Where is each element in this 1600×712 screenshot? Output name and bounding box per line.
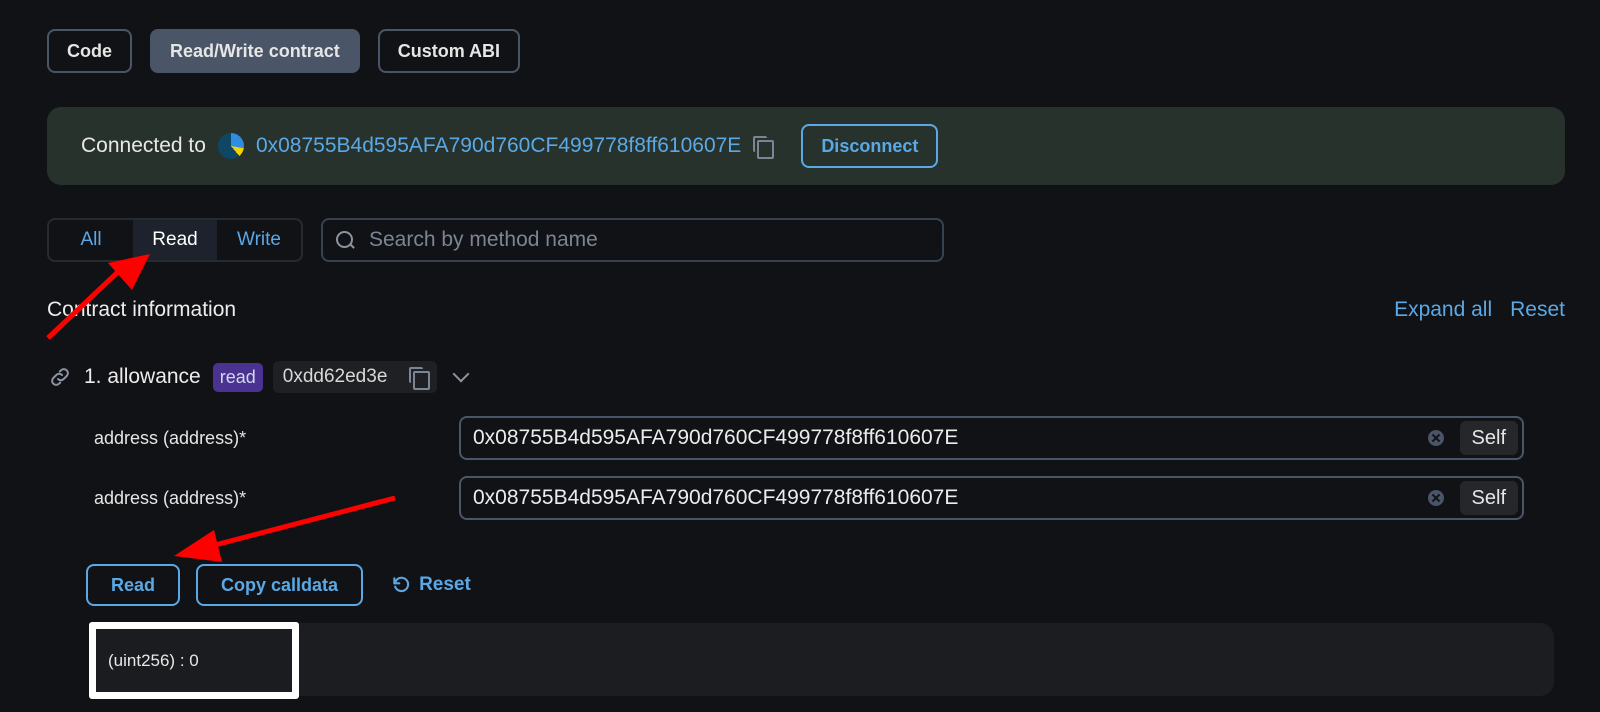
connected-label: Connected to [81,134,206,157]
tab-code[interactable]: Code [47,29,132,73]
method-filter: All Read Write [47,218,303,262]
result-panel [92,623,1554,696]
arg-row: address (address)* Self [94,476,1524,520]
copy-icon[interactable] [753,136,775,159]
address-input[interactable] [473,486,1428,510]
section-actions: Expand all Reset [1394,298,1565,322]
reset-label: Reset [419,574,471,595]
connection-banner: Connected to 0x08755B4d595AFA790d760CF49… [47,107,1565,185]
reset-button[interactable]: Reset [391,574,471,596]
disconnect-button[interactable]: Disconnect [801,124,939,168]
expand-all-link[interactable]: Expand all [1394,298,1492,322]
read-button[interactable]: Read [86,564,181,606]
result-value: (uint256) : 0 [108,650,199,670]
arg-input-wrapper: Self [459,476,1524,520]
address-input[interactable] [473,426,1428,450]
method-name: 1. allowance [84,365,201,388]
reset-all-link[interactable]: Reset [1510,298,1565,322]
clear-icon[interactable] [1427,430,1444,446]
filter-read[interactable]: Read [133,220,217,260]
chevron-down-icon[interactable] [452,365,470,383]
arrow-to-read-filter [46,254,150,340]
connected-address-link[interactable]: 0x08755B4d595AFA790d760CF499778f8ff61060… [256,134,741,158]
reset-icon [393,576,410,593]
selector-value: 0xdd62ed3e [282,366,388,387]
arg-label: address (address)* [94,427,247,448]
section-title: Contract information [47,298,237,321]
self-button[interactable]: Self [1459,481,1518,515]
copy-icon[interactable] [409,367,431,390]
tab-custom-abi[interactable]: Custom ABI [377,29,521,73]
arg-label: address (address)* [94,487,247,508]
top-tabs: Code Read/Write contract Custom ABI [47,29,521,73]
read-badge: read [212,362,263,392]
result-highlight-box: (uint256) : 0 [89,622,299,699]
link-icon[interactable] [48,365,72,389]
method-selector: 0xdd62ed3e [272,361,438,393]
arg-input-wrapper: Self [459,416,1524,460]
search-icon [335,230,355,250]
wallet-avatar-icon [217,133,244,159]
self-button[interactable]: Self [1459,421,1518,455]
arg-row: address (address)* Self [94,416,1524,460]
copy-calldata-button[interactable]: Copy calldata [196,564,364,606]
filter-all[interactable]: All [49,220,133,260]
read-write-contract-page: Code Read/Write contract Custom ABI Conn… [0,0,1600,712]
method-search [321,218,944,262]
clear-icon[interactable] [1427,490,1444,506]
tab-read-write-contract[interactable]: Read/Write contract [150,29,360,73]
method-actions: Read Copy calldata Reset [86,564,471,606]
search-input[interactable] [369,228,942,252]
method-header[interactable]: 1. allowance read 0xdd62ed3e [48,361,470,393]
filter-write[interactable]: Write [217,220,301,260]
